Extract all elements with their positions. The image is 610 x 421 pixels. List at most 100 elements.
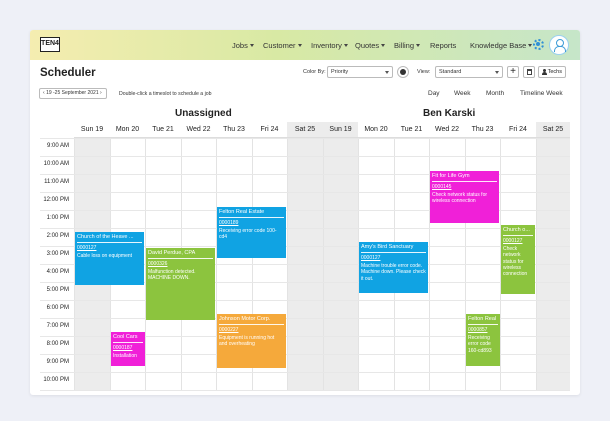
event-description: Malfunction detected. MACHINE DOWN.	[148, 269, 196, 282]
view-week-button[interactable]: Week	[454, 90, 471, 97]
event-title: Felton Real	[468, 316, 498, 325]
user-avatar-icon[interactable]	[549, 35, 569, 55]
gear-icon[interactable]	[533, 39, 544, 50]
time-label: 10:00 AM	[43, 161, 69, 167]
time-label: 5:00 PM	[46, 287, 69, 293]
day-header: Sun 19	[74, 122, 110, 138]
person-icon	[542, 69, 547, 75]
job-event[interactable]: Church o... 0000127 Check network status…	[501, 225, 535, 294]
chevron-right-icon[interactable]: ›	[100, 90, 102, 96]
chevron-down-icon	[385, 71, 389, 74]
event-title: Church of the Heave ...	[77, 234, 142, 243]
event-job-number[interactable]: 0000189	[219, 220, 284, 226]
palette-icon[interactable]	[397, 66, 409, 78]
event-job-number[interactable]: 0000127	[361, 255, 426, 261]
day-header: Tue 21	[145, 122, 181, 138]
event-job-number[interactable]: 0000145	[432, 184, 497, 190]
event-description: Receiving error code 160-cd893	[468, 335, 492, 354]
resource-header-unassigned: Unassigned	[175, 108, 232, 119]
nav-knowledge-base[interactable]: Knowledge Base	[470, 41, 533, 50]
nav-billing-label: Billing	[394, 41, 415, 50]
chevron-down-icon	[343, 44, 348, 47]
view-label: View:	[417, 69, 431, 75]
app-logo[interactable]: TEN4	[40, 37, 60, 52]
day-header: Fri 24	[500, 122, 536, 138]
event-job-number[interactable]: 0000187	[113, 345, 143, 351]
view-select[interactable]: Standard	[435, 66, 503, 78]
nav-inventory[interactable]: Inventory	[311, 41, 348, 50]
view-month-button[interactable]: Month	[486, 90, 504, 97]
time-label: 9:00 PM	[46, 359, 69, 365]
day-header: Mon 20	[358, 122, 394, 138]
event-title: David Perdue, CPA	[148, 250, 213, 259]
view-day-button[interactable]: Day	[428, 90, 440, 97]
nav-quotes[interactable]: Quotes	[355, 41, 386, 50]
techs-label: Techs	[547, 69, 562, 75]
date-range-value: 19 -25 September 2021	[46, 90, 99, 96]
nav-customer[interactable]: Customer	[263, 41, 302, 50]
job-event[interactable]: Johnson Motor Corp. 0000227 Equipment is…	[217, 314, 286, 368]
page-title: Scheduler	[40, 67, 96, 79]
view-timeline-week-button[interactable]: Timeline Week	[520, 90, 563, 97]
chevron-down-icon	[297, 44, 302, 47]
job-event[interactable]: Felton Real Estate 0000189 Receiving err…	[217, 207, 286, 258]
time-label: 2:00 PM	[46, 233, 69, 239]
nav-billing[interactable]: Billing	[394, 41, 421, 50]
time-label: 1:00 PM	[46, 215, 69, 221]
event-description: Check network status for wireless connec…	[503, 246, 528, 278]
time-label: 3:00 PM	[46, 251, 69, 257]
chevron-down-icon	[381, 44, 386, 47]
color-by-label: Color By:	[303, 69, 326, 75]
chevron-left-icon[interactable]: ‹	[43, 90, 45, 96]
nav-quotes-label: Quotes	[355, 41, 380, 50]
top-navigation-bar: TEN4 Jobs Customer Inventory Quotes Bill…	[30, 30, 580, 60]
day-header: Thu 23	[216, 122, 252, 138]
event-job-number[interactable]: 0000857	[468, 327, 498, 333]
app-window: TEN4 Jobs Customer Inventory Quotes Bill…	[30, 30, 580, 395]
resource-header-ben-karski: Ben Karski	[423, 108, 476, 119]
event-title: Felton Real Estate	[219, 209, 284, 218]
time-label: 7:00 PM	[46, 323, 69, 329]
view-value: Standard	[439, 69, 462, 75]
event-job-number[interactable]: 0000227	[219, 327, 284, 333]
event-title: Church o...	[503, 227, 533, 236]
color-by-value: Priority	[331, 69, 349, 75]
job-event[interactable]: Church of the Heave ... 0000127 Cable lo…	[75, 232, 144, 285]
nav-customer-label: Customer	[263, 41, 296, 50]
techs-button[interactable]: Techs	[538, 66, 566, 78]
hour-gridline	[40, 228, 570, 229]
job-event[interactable]: Cool Cars 0000187 Installation	[111, 332, 145, 366]
nav-inventory-label: Inventory	[311, 41, 342, 50]
color-by-select[interactable]: Priority	[327, 66, 393, 78]
day-header: Sat 25	[287, 122, 323, 138]
nav-reports-label: Reports	[430, 41, 457, 50]
nav-reports[interactable]: Reports	[430, 41, 456, 50]
event-title: Cool Cars	[113, 334, 143, 343]
time-label: 6:00 PM	[46, 305, 69, 311]
nav-jobs[interactable]: Jobs	[232, 41, 254, 50]
event-title: Amy's Bird Sanctuary	[361, 244, 426, 253]
scheduler-grid: Sun 19 Mon 20 Tue 21 Wed 22 Thu 23 Fri 2…	[40, 122, 570, 391]
nav-jobs-label: Jobs	[232, 41, 248, 50]
day-header: Thu 23	[465, 122, 500, 138]
event-job-number[interactable]: 0000127	[503, 238, 533, 244]
hour-gridline	[40, 390, 570, 391]
day-header: Fri 24	[252, 122, 287, 138]
event-description: Equipment is running hot and overheating	[219, 335, 275, 348]
job-event[interactable]: Felton Real 0000857 Receiving error code…	[466, 314, 500, 366]
hour-gridline	[40, 372, 570, 373]
job-event[interactable]: Amy's Bird Sanctuary 0000127 Machine tro…	[359, 242, 428, 293]
event-job-number[interactable]: 0000127	[77, 245, 142, 251]
job-event[interactable]: Fit for Life Gym 0000145 Check network s…	[430, 171, 499, 223]
event-description: Machine trouble error code. Machine down…	[361, 263, 426, 282]
event-job-number[interactable]: 0000326	[148, 261, 213, 267]
delete-button[interactable]	[523, 66, 535, 78]
add-button[interactable]: +	[507, 66, 519, 78]
event-title: Fit for Life Gym	[432, 173, 497, 182]
chevron-down-icon	[416, 44, 421, 47]
event-title: Johnson Motor Corp.	[219, 316, 284, 325]
job-event[interactable]: David Perdue, CPA 0000326 Malfunction de…	[146, 248, 215, 320]
date-range-picker[interactable]: ‹ 19 -25 September 2021 ›	[39, 88, 107, 99]
time-label: 11:00 AM	[44, 179, 69, 185]
nav-knowledge-base-label: Knowledge Base	[470, 41, 527, 50]
